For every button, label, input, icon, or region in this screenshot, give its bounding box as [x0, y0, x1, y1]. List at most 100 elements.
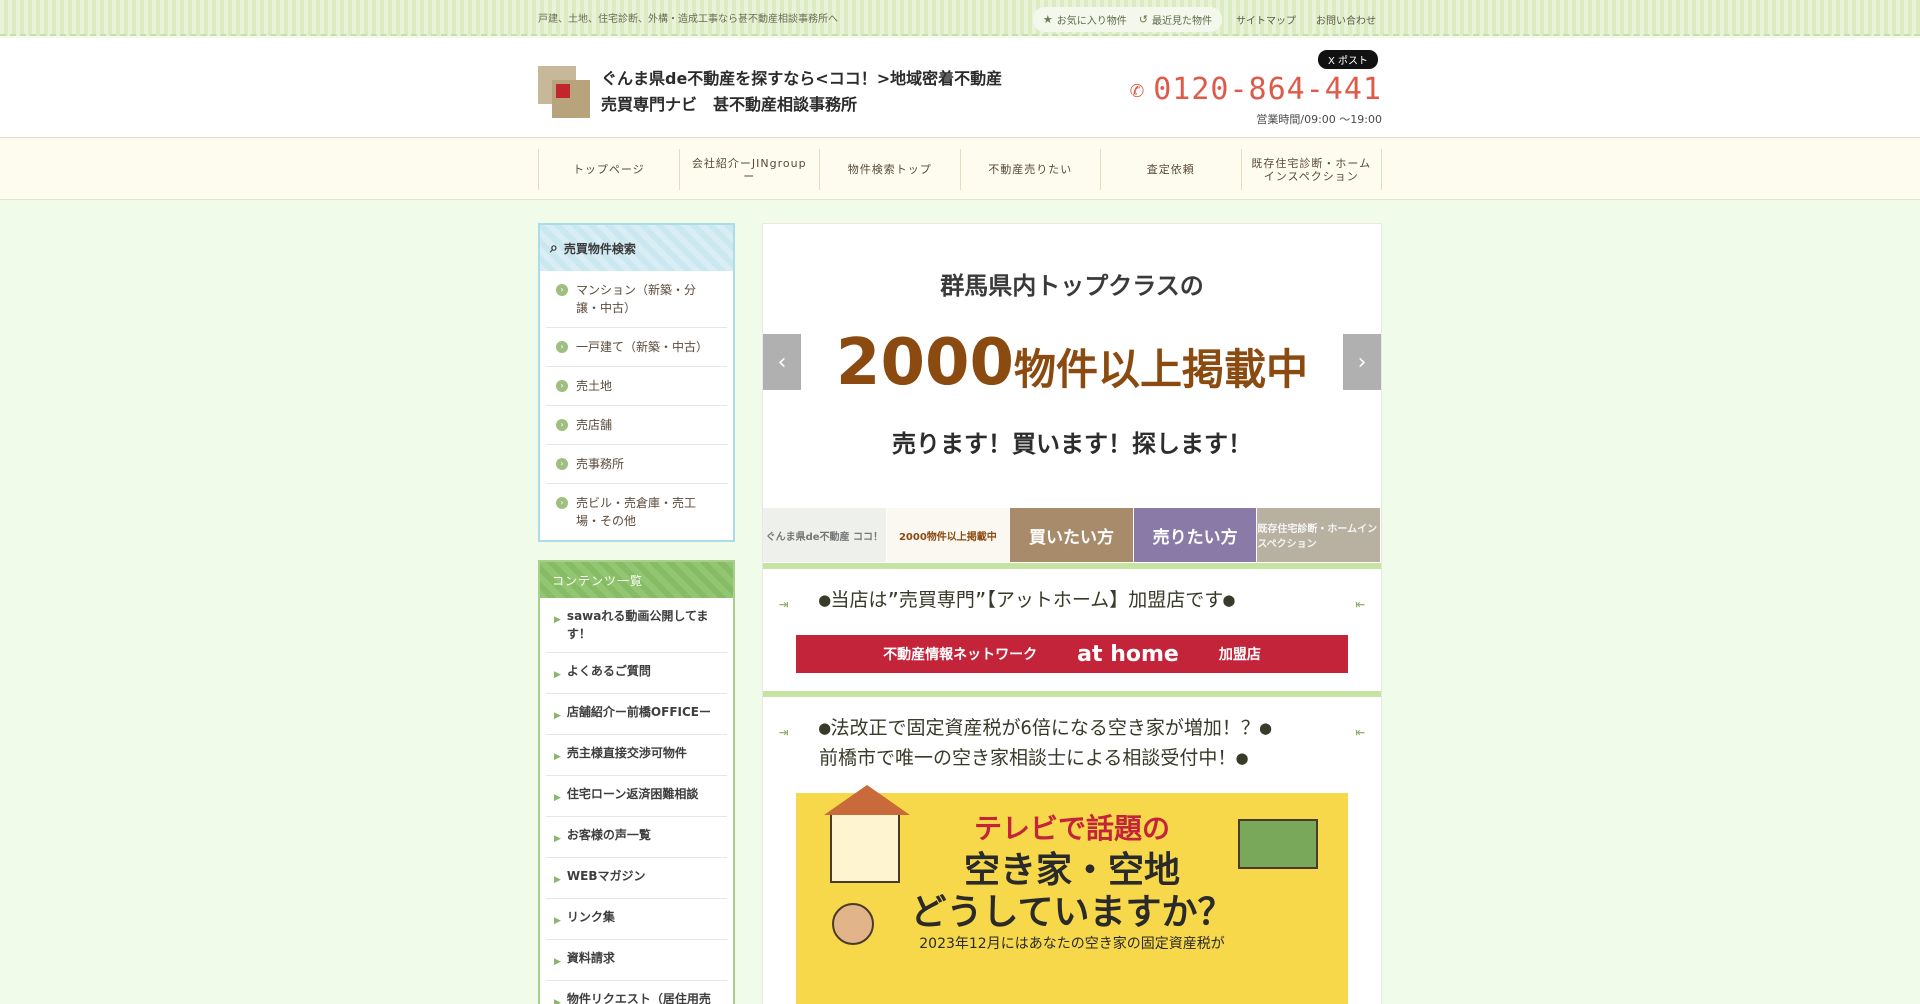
contents-item[interactable]: ▶ 店舗紹介ー前橋OFFICEー	[546, 694, 727, 735]
triangle-right-icon: ▶	[554, 793, 561, 803]
arrow-circle-icon: ›	[556, 341, 568, 353]
search-item-label: 売土地	[576, 379, 613, 393]
leaf-icon: ⇥	[779, 722, 789, 741]
nav-appraisal[interactable]: 査定依頼	[1100, 149, 1241, 190]
slider-prev-button[interactable]: ‹	[763, 334, 801, 390]
search-item-office[interactable]: › 売事務所	[546, 445, 727, 484]
favorites-label: お気に入り物件	[1056, 16, 1127, 27]
nav-sell[interactable]: 不動産売りたい	[959, 149, 1101, 190]
contents-list: ▶ sawaれる動画公開してます！ ▶ よくあるご質問 ▶ 店舗紹介ー前橋OFFICE…	[540, 598, 733, 1004]
contents-item-label: 住宅ローン返済困難相談	[566, 787, 699, 801]
search-item-label: 売事務所	[576, 457, 625, 471]
favorites-recent-group: ★ お気に入り物件 ↺ 最近見た物件	[1032, 7, 1222, 32]
business-hours: 営業時間/09:00 〜19:00	[1256, 113, 1382, 126]
search-item-building[interactable]: › 売ビル・売倉庫・売工場・その他	[546, 484, 727, 540]
slider-thumb[interactable]: 2000物件以上掲載中	[886, 508, 1011, 562]
akiya-title-line1: ●法改正で固定資産税が6倍になる空き家が増加！？●	[819, 717, 1272, 739]
arrow-circle-icon: ›	[556, 419, 568, 431]
contents-item[interactable]: ▶ 物件リクエスト（居住用売買）	[546, 981, 727, 1004]
contents-item-label: 店舗紹介ー前橋OFFICEー	[566, 705, 711, 719]
property-search-title: 売買物件検索	[563, 241, 636, 256]
contents-item-label: WEBマガジン	[566, 869, 646, 883]
slide-line2-number: 2000	[835, 326, 1015, 400]
slider-next-button[interactable]: ›	[1343, 334, 1381, 390]
site-tagline: 戸建、土地、住宅診断、外構・造成工事なら甚不動産相談事務所へ	[538, 14, 838, 25]
property-search-header: ⌕ 売買物件検索	[540, 225, 733, 271]
contents-item[interactable]: ▶ リンク集	[546, 899, 727, 940]
triangle-right-icon: ▶	[554, 957, 561, 967]
global-nav: トップページ 会社紹介ーJINgroupー 物件検索トップ 不動産売りたい 査定…	[0, 139, 1920, 200]
favorites-link[interactable]: ★ お気に入り物件	[1039, 10, 1131, 29]
contents-item[interactable]: ▶ お客様の声一覧	[546, 817, 727, 858]
top-bar: 戸建、土地、住宅診断、外構・造成工事なら甚不動産相談事務所へ ★ お気に入り物件…	[0, 0, 1920, 36]
property-search-list: › マンション（新築・分譲・中古） › 一戸建て（新築・中古） › 売土地 › 売店舗 …	[540, 271, 733, 540]
contents-item[interactable]: ▶ WEBマガジン	[546, 858, 727, 899]
contents-item-label: お客様の声一覧	[566, 828, 651, 842]
contact-link[interactable]: お問い合わせ	[1310, 12, 1382, 27]
nav-property-search[interactable]: 物件検索トップ	[819, 149, 960, 190]
athome-section-title: ⇥ ●当店は”売買専門”【アットホーム】加盟店です● ⇤	[763, 569, 1381, 629]
athome-banner[interactable]: 不動産情報ネットワーク at home 加盟店	[796, 635, 1348, 673]
contents-item[interactable]: ▶ 住宅ローン返済困難相談	[546, 776, 727, 817]
slider-thumb[interactable]: 買いたい方	[1010, 508, 1134, 562]
sitemap-link[interactable]: サイトマップ	[1230, 12, 1302, 27]
contents-box: コンテンツ一覧 ▶ sawaれる動画公開してます！ ▶ よくあるご質問 ▶ 店舗紹介ー…	[538, 560, 735, 1004]
search-item-house[interactable]: › 一戸建て（新築・中古）	[546, 328, 727, 367]
search-item-label: 売店舗	[576, 418, 613, 432]
search-item-label: マンション（新築・分譲・中古）	[576, 283, 697, 315]
triangle-right-icon: ▶	[554, 875, 561, 885]
phone-number[interactable]: ✆ 0120-864-441	[1130, 72, 1382, 107]
contents-item-label: よくあるご質問	[566, 664, 651, 678]
slide-line2: 2000物件以上掲載中	[763, 326, 1381, 400]
nav-top[interactable]: トップページ	[538, 149, 679, 190]
search-icon: ⌕	[550, 240, 558, 256]
contents-item[interactable]: ▶ 売主様直接交渉可物件	[546, 735, 727, 776]
akiya-banner-line3: どうしていますか？	[910, 892, 1234, 933]
recent-label: 最近見た物件	[1152, 16, 1212, 27]
contents-item[interactable]: ▶ sawaれる動画公開してます！	[546, 598, 727, 653]
triangle-right-icon: ▶	[554, 834, 561, 844]
contents-item-label: 物件リクエスト（居住用売買）	[566, 992, 711, 1004]
slider-thumb[interactable]: 売りたい方	[1133, 508, 1258, 562]
star-icon: ★	[1042, 13, 1053, 26]
athome-banner-right: 加盟店	[1218, 647, 1261, 663]
athome-section: ⇥ ●当店は”売買専門”【アットホーム】加盟店です● ⇤ 不動産情報ネットワーク…	[763, 563, 1381, 673]
search-item-label: 売ビル・売倉庫・売工場・その他	[576, 496, 697, 528]
slider-thumb[interactable]: 既存住宅診断・ホームインスペクション	[1257, 508, 1381, 562]
triangle-right-icon: ▶	[554, 752, 561, 762]
search-item-mansion[interactable]: › マンション（新築・分譲・中古）	[546, 271, 727, 328]
hero-slider: 群馬県内トップクラスの 2000物件以上掲載中 売ります！買います！探します！ …	[763, 224, 1381, 562]
site-title[interactable]: ぐんま県de不動産を探すなら<ココ！>地域密着不動産 売買専門ナビ 甚不動産相談…	[601, 66, 1071, 118]
contents-item[interactable]: ▶ よくあるご質問	[546, 653, 727, 694]
triangle-right-icon: ▶	[554, 916, 561, 926]
main-content: 群馬県内トップクラスの 2000物件以上掲載中 売ります！買います！探します！ …	[762, 223, 1382, 1004]
arrow-circle-icon: ›	[556, 497, 568, 509]
nav-inspection[interactable]: 既存住宅診断・ホームインスペクション	[1240, 149, 1382, 190]
athome-title-text: ●当店は”売買専門”【アットホーム】加盟店です●	[819, 589, 1235, 611]
triangle-right-icon: ▶	[554, 711, 561, 721]
leaf-icon: ⇥	[779, 594, 789, 613]
contents-header: コンテンツ一覧	[540, 562, 733, 598]
nav-company[interactable]: 会社紹介ーJINgroupー	[678, 149, 820, 190]
slide-line2-rest: 物件以上掲載中	[1014, 345, 1309, 394]
x-post-button[interactable]: X ポスト	[1317, 50, 1378, 69]
contents-item[interactable]: ▶ 資料請求	[546, 940, 727, 981]
akiya-banner[interactable]: テレビで話題の 空き家・空地 どうしていますか？ 2023年12月にはあなたの空…	[796, 785, 1348, 1004]
akiya-title-line2: 前橋市で唯一の空き家相談士による相談受付中！●	[819, 747, 1248, 769]
contents-item-label: sawaれる動画公開してます！	[566, 609, 709, 641]
phone-number-text: 0120-864-441	[1153, 72, 1382, 107]
slider-thumb[interactable]: ぐんま県de不動産 ココ！	[763, 508, 887, 562]
athome-banner-left: 不動産情報ネットワーク	[883, 647, 1038, 663]
search-item-shop[interactable]: › 売店舗	[546, 406, 727, 445]
top-links: ★ お気に入り物件 ↺ 最近見た物件 サイトマップ お問い合わせ	[1032, 7, 1382, 32]
chevron-left-icon: ‹	[777, 349, 787, 375]
contents-item-label: 売主様直接交渉可物件	[566, 746, 687, 760]
triangle-right-icon: ▶	[554, 998, 561, 1004]
akiya-banner-line4: 2023年12月にはあなたの空き家の固定資産税が	[919, 936, 1225, 952]
search-item-land[interactable]: › 売土地	[546, 367, 727, 406]
site-title-line1: ぐんま県de不動産を探すなら<ココ！>地域密着不動産	[601, 69, 1003, 88]
sidebar: ⌕ 売買物件検索 › マンション（新築・分譲・中古） › 一戸建て（新築・中古） ›…	[538, 223, 735, 1004]
slide-line1: 群馬県内トップクラスの	[940, 272, 1204, 300]
recent-link[interactable]: ↺ 最近見た物件	[1135, 10, 1216, 29]
site-logo[interactable]	[538, 66, 592, 120]
